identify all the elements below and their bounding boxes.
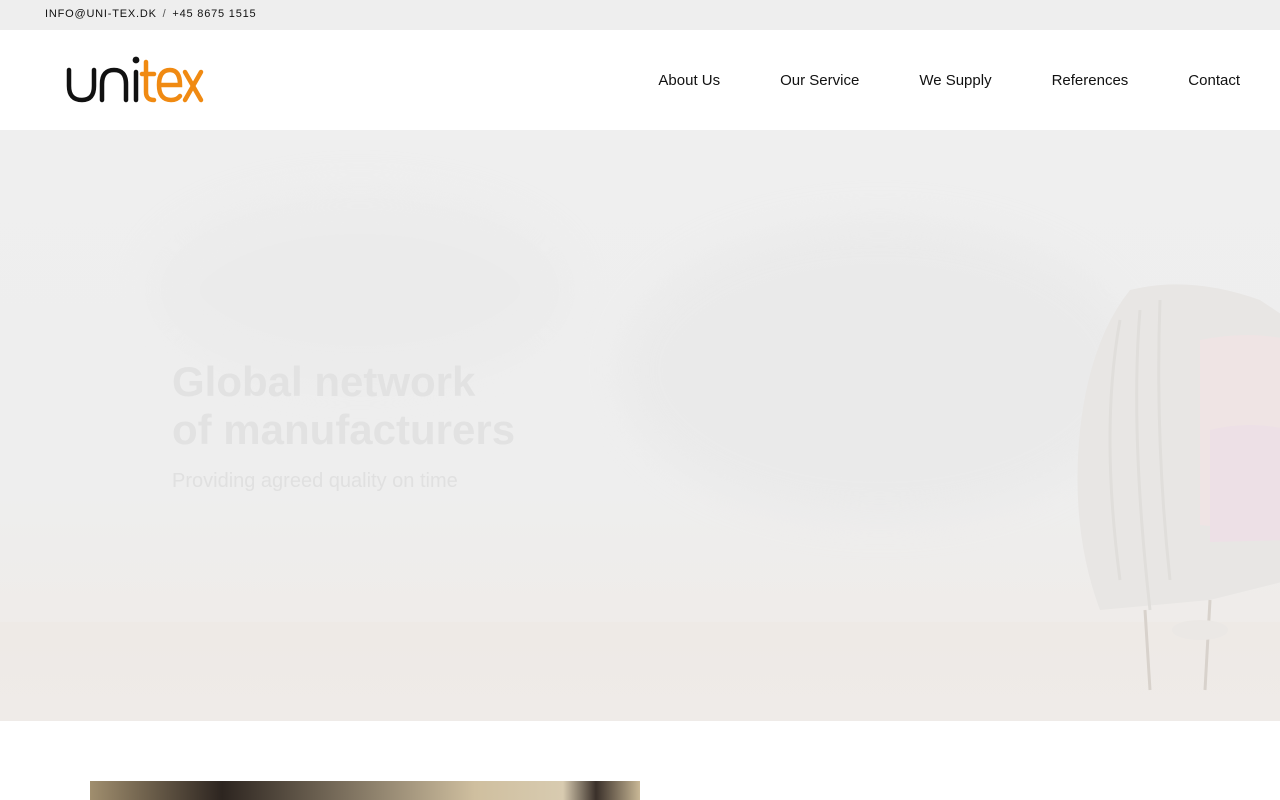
hero-subtitle: Providing agreed quality on time [172,470,458,492]
nav-contact[interactable]: Contact [1188,72,1240,89]
email-link[interactable]: INFO@UNI-TEX.DK [45,8,157,20]
main-navigation: About Us Our Service We Supply Reference… [658,30,1240,130]
hero-title-line-2: of manufacturers [172,406,516,453]
nav-we-supply[interactable]: We Supply [919,72,991,89]
hero-title-line-1: Global network [172,358,476,405]
section-photo [90,781,640,800]
nav-references[interactable]: References [1052,72,1129,89]
nav-our-service[interactable]: Our Service [780,72,859,89]
chair-with-throw-image [1077,284,1280,691]
nav-about-us[interactable]: About Us [658,72,720,89]
hero-title: Global network of manufacturers [172,358,515,454]
logo-graphic [66,56,204,103]
hero-banner: Global network of manufacturers Providin… [0,130,1280,721]
phone-link[interactable]: +45 8675 1515 [172,8,256,20]
site-header: About Us Our Service We Supply Reference… [0,30,1280,130]
contact-info: INFO@UNI-TEX.DK / +45 8675 1515 [45,8,256,20]
unitex-logo[interactable] [66,54,206,106]
contact-separator: / [162,8,167,20]
top-contact-bar: INFO@UNI-TEX.DK / +45 8675 1515 [0,0,1280,30]
